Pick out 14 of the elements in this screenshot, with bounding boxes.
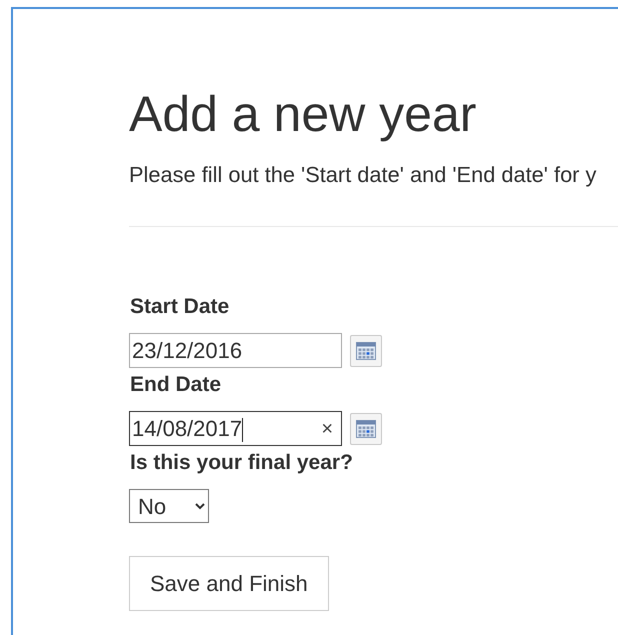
field-label: Is this your final year?: [130, 451, 354, 475]
calendar-button[interactable]: [350, 334, 382, 366]
page-title: Add a new year: [129, 85, 478, 144]
field-label: End Date: [130, 373, 222, 397]
calendar-icon: [356, 342, 376, 360]
clear-button[interactable]: ×: [317, 414, 337, 444]
calendar-button[interactable]: [350, 412, 382, 444]
field-label: Start Date: [130, 295, 230, 319]
dropdown-select[interactable]: No: [129, 489, 209, 523]
date-input-field[interactable]: 23/12/2016: [129, 333, 342, 368]
instructions-text: Please fill out the 'Start date' and 'End date' for y: [129, 161, 598, 189]
date-input-field[interactable]: 14/08/2017 ×: [129, 411, 342, 446]
save-and-finish-button[interactable]: Save and Finish: [129, 556, 329, 611]
calendar-icon: [356, 420, 376, 438]
